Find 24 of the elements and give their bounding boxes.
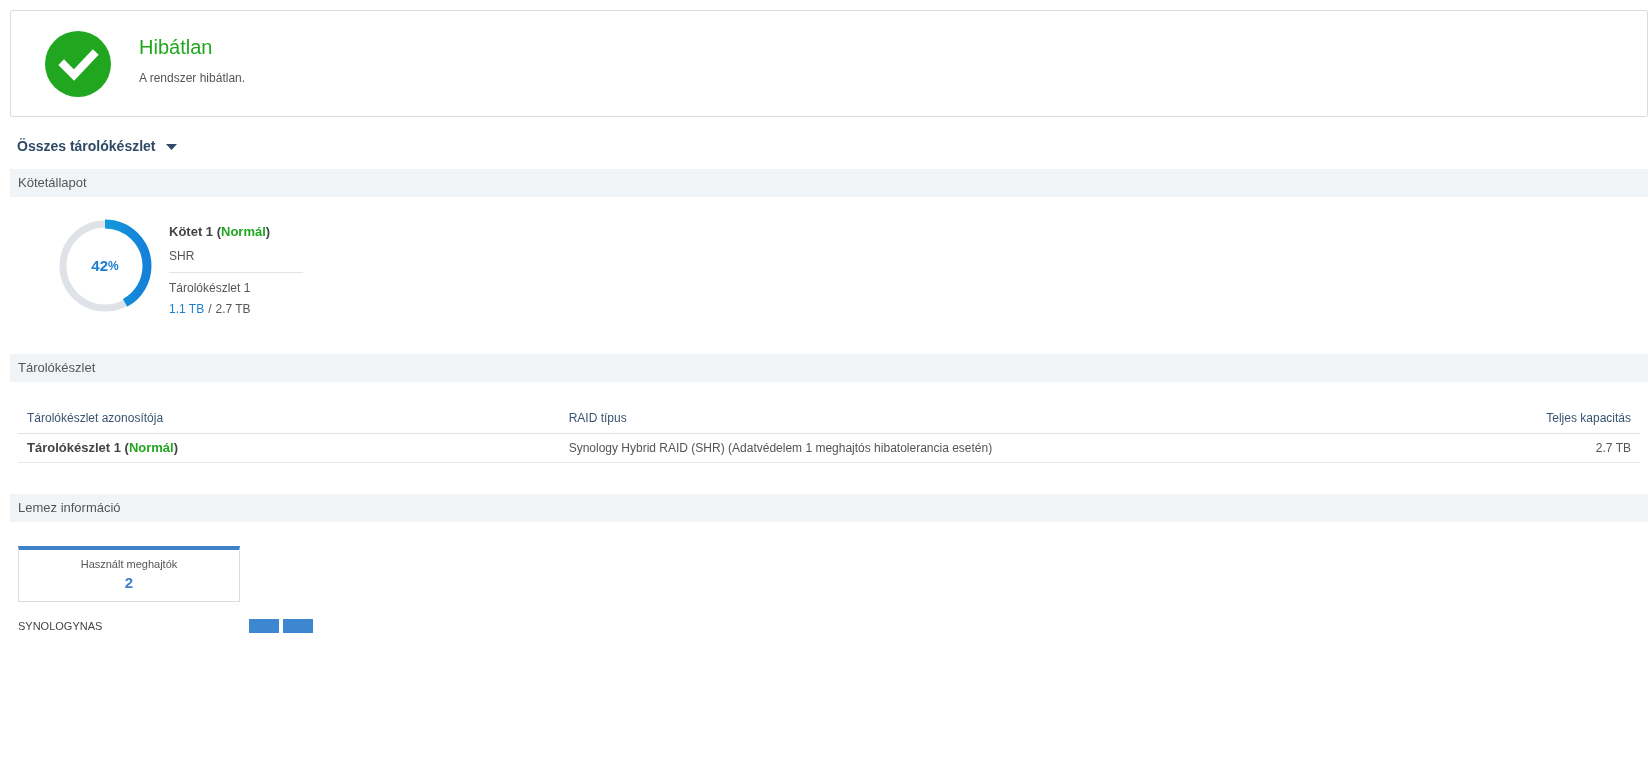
column-header: Tárolókészlet azonosítója <box>27 409 165 427</box>
pool-name: Tárolókészlet 1 <box>169 279 252 297</box>
caret-icon <box>165 143 177 150</box>
section-header: Lemez információ <box>10 493 1648 522</box>
check-icon <box>45 30 111 97</box>
volume-title: Kötet 1 (Normál) <box>169 223 272 241</box>
total-capacity: 2.7 TB <box>215 300 251 318</box>
summary-value: 2 <box>124 573 134 593</box>
table-cell-text: Synology Hybrid RAID (SHR) (Adatvédelem 1 meghajtós hibatolerancia esetén) <box>567 439 994 457</box>
usage-percent: 42% <box>90 255 120 276</box>
table-cell-text: 2.7 TB <box>1594 439 1631 457</box>
section-header: Kötetállapot <box>10 169 1648 197</box>
status-title: Hibátlan <box>139 34 214 59</box>
table-cell-text: Tárolókészlet 1 (Normál) <box>27 438 179 457</box>
host-name: SYNOLOGYNAS <box>18 618 104 634</box>
column-header: RAID típus <box>567 409 628 427</box>
section-header: Tárolókészlet <box>10 353 1648 382</box>
separator: / <box>208 300 212 318</box>
summary-label: Használt meghajtók <box>80 556 178 572</box>
pool-dropdown[interactable]: Összes tárolókészlet <box>17 136 177 157</box>
column-header: Teljes kapacitás <box>1545 409 1631 427</box>
used-capacity: 1.1 TB <box>169 300 205 318</box>
status-message: A rendszer hibátlan. <box>139 69 246 87</box>
raid-type: SHR <box>169 247 196 265</box>
